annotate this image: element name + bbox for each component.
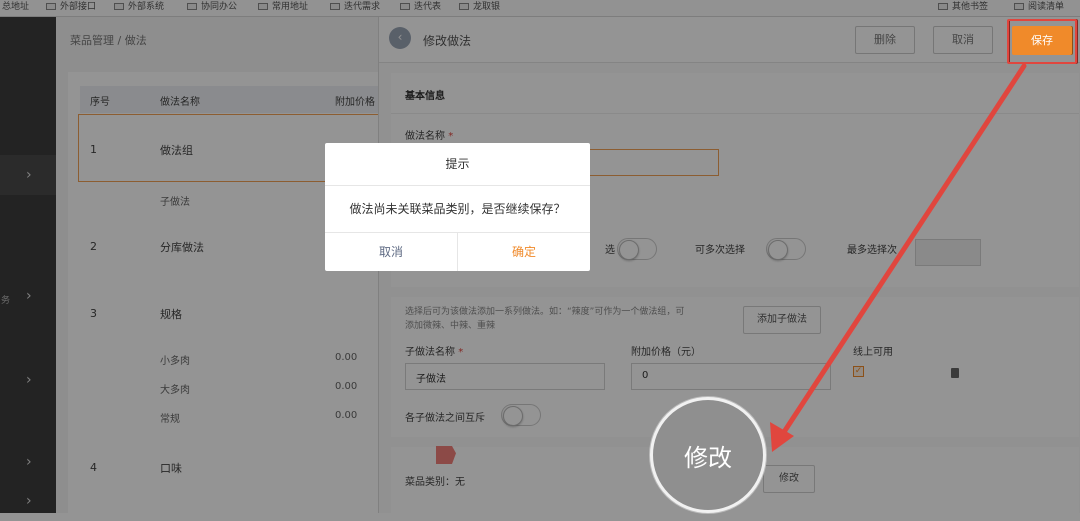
zoom-callout-circle: 修改 xyxy=(650,397,766,513)
screenshot-stage: 总地址 外部接口 外部系统 协同办公 常用地址 迭代需求 迭代表 龙取银 其他书… xyxy=(0,0,1080,521)
annotation-arrow xyxy=(770,63,1027,452)
arrow-shaft xyxy=(781,63,1027,435)
zoom-callout-label: 修改 xyxy=(684,444,732,472)
